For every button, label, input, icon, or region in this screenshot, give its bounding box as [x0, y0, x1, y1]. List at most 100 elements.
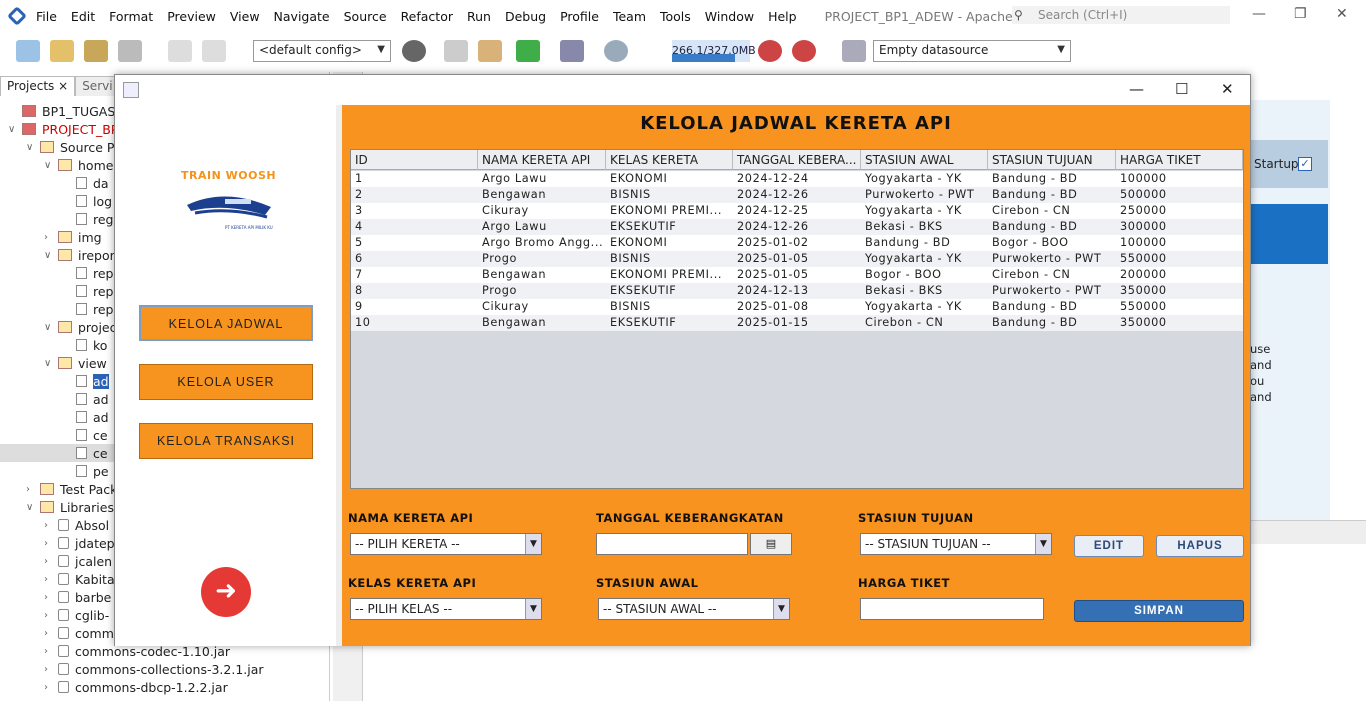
gc-alt-icon[interactable]: [792, 40, 816, 62]
menu-team[interactable]: Team: [613, 9, 646, 24]
table-row[interactable]: 7 Bengawan EKONOMI PREMI... 2025-01-05 Bogor…: [351, 267, 1243, 283]
redo-icon[interactable]: [202, 40, 226, 62]
logout-icon[interactable]: ➜: [201, 567, 251, 617]
new-file-icon[interactable]: [16, 40, 40, 62]
tab-projects[interactable]: Projects ×: [0, 76, 76, 96]
tree-node[interactable]: › comm: [44, 624, 114, 642]
menu-window[interactable]: Window: [705, 9, 754, 24]
harga-tiket-input[interactable]: [860, 598, 1044, 620]
gc-icon[interactable]: [758, 40, 782, 62]
new-project-icon[interactable]: [50, 40, 74, 62]
menu-source[interactable]: Source: [344, 9, 387, 24]
tree-node[interactable]: ∨ Libraries: [26, 498, 114, 516]
table-row[interactable]: 4 Argo Lawu EKSEKUTIF 2024-12-26 Bekasi - BK…: [351, 219, 1243, 235]
tree-node[interactable]: pe: [62, 462, 109, 480]
save-all-icon[interactable]: [118, 40, 142, 62]
column-header[interactable]: HARGA TIKET: [1116, 150, 1243, 170]
nav-kelola-user-button[interactable]: KELOLA USER: [139, 364, 313, 400]
table-row[interactable]: 10 Bengawan EKSEKUTIF 2025-01-15 Cirebon - C…: [351, 315, 1243, 331]
tab-services[interactable]: Servi: [75, 76, 120, 96]
tree-node[interactable]: ∨ view: [44, 354, 107, 372]
tree-node[interactable]: ad: [62, 408, 109, 426]
debug-icon[interactable]: [560, 40, 584, 62]
table-row[interactable]: 5 Argo Bromo Angg... EKONOMI 2025-01-02 Band…: [351, 235, 1243, 251]
menu-run[interactable]: Run: [467, 9, 491, 24]
tree-node[interactable]: log: [62, 192, 112, 210]
tree-node[interactable]: rep: [62, 264, 114, 282]
menu-tools[interactable]: Tools: [660, 9, 691, 24]
table-row[interactable]: 3 Cikuray EKONOMI PREMI... 2024-12-25 Yogyak…: [351, 203, 1243, 219]
close-icon[interactable]: ✕: [1221, 80, 1234, 98]
undo-icon[interactable]: [168, 40, 192, 62]
maximize-icon[interactable]: ☐: [1175, 80, 1188, 98]
tree-node[interactable]: › img: [44, 228, 102, 246]
tree-node[interactable]: BP1_TUGAS: [8, 102, 115, 120]
table-row[interactable]: 8 Progo EKSEKUTIF 2024-12-13 Bekasi - BKS Pur…: [351, 283, 1243, 299]
column-header[interactable]: KELAS KERETA: [606, 150, 733, 170]
schedule-table[interactable]: ID NAMA KERETA API KELAS KERETA TANGGAL …: [350, 149, 1244, 489]
tree-node[interactable]: ko: [62, 336, 107, 354]
minimize-icon[interactable]: —: [1129, 80, 1144, 98]
profile-icon[interactable]: [604, 40, 628, 62]
menu-help[interactable]: Help: [768, 9, 797, 24]
tree-node[interactable]: ∨ Source Pa: [26, 138, 122, 156]
tree-node[interactable]: rep: [62, 282, 114, 300]
kelas-kereta-select[interactable]: -- PILIH KELAS -- ▼: [350, 598, 542, 620]
tree-node[interactable]: › Absol: [44, 516, 109, 534]
calendar-button[interactable]: ▤: [750, 533, 792, 555]
open-project-icon[interactable]: [84, 40, 108, 62]
table-row[interactable]: 9 Cikuray BISNIS 2025-01-08 Yogyakarta - YK B…: [351, 299, 1243, 315]
ide-restore-icon[interactable]: ❐: [1294, 6, 1307, 22]
tanggal-input[interactable]: [596, 533, 748, 555]
datasource-select[interactable]: Empty datasource ▼: [873, 40, 1071, 62]
tree-node[interactable]: › commons-dbcp-1.2.2.jar: [44, 678, 228, 696]
ide-search-input[interactable]: ⚲ Search (Ctrl+I): [1012, 6, 1230, 24]
nav-kelola-transaksi-button[interactable]: KELOLA TRANSAKSI: [139, 423, 313, 459]
build-icon[interactable]: [444, 40, 468, 62]
menu-profile[interactable]: Profile: [560, 9, 599, 24]
column-header[interactable]: STASIUN AWAL: [861, 150, 988, 170]
tree-node[interactable]: ce: [62, 444, 108, 462]
tree-node[interactable]: ad: [62, 390, 109, 408]
tree-node[interactable]: ∨ irepor: [44, 246, 115, 264]
menu-view[interactable]: View: [230, 9, 260, 24]
ide-minimize-icon[interactable]: —: [1252, 6, 1266, 22]
table-row[interactable]: 6 Progo BISNIS 2025-01-05 Yogyakarta - YK Pur…: [351, 251, 1243, 267]
tree-node[interactable]: › jdatep: [44, 534, 115, 552]
run-icon[interactable]: [516, 40, 540, 62]
tree-node[interactable]: ce: [62, 426, 108, 444]
menu-preview[interactable]: Preview: [167, 9, 216, 24]
menu-debug[interactable]: Debug: [505, 9, 546, 24]
column-header[interactable]: ID: [351, 150, 478, 170]
tree-node[interactable]: › Test Pack: [26, 480, 117, 498]
menu-edit[interactable]: Edit: [71, 9, 95, 24]
tree-node[interactable]: rep: [62, 300, 114, 318]
table-row[interactable]: 1 Argo Lawu EKONOMI 2024-12-24 Yogyakarta - …: [351, 171, 1243, 187]
tree-node[interactable]: › jcalen: [44, 552, 112, 570]
menu-refactor[interactable]: Refactor: [401, 9, 453, 24]
tree-node[interactable]: reg: [62, 210, 114, 228]
menu-navigate[interactable]: Navigate: [274, 9, 330, 24]
nama-kereta-select[interactable]: -- PILIH KERETA -- ▼: [350, 533, 542, 555]
simpan-button[interactable]: SIMPAN: [1074, 600, 1244, 622]
tree-node[interactable]: › commons-collections-3.2.1.jar: [44, 660, 264, 678]
tree-node[interactable]: › Kabita: [44, 570, 115, 588]
column-header[interactable]: NAMA KERETA API: [478, 150, 606, 170]
tree-node[interactable]: › barbe: [44, 588, 111, 606]
tree-node[interactable]: › cglib-: [44, 606, 109, 624]
clean-build-icon[interactable]: [478, 40, 502, 62]
show-on-startup-checkbox[interactable]: ✓: [1298, 157, 1312, 171]
config-select[interactable]: <default config> ▼: [253, 40, 391, 62]
menu-file[interactable]: File: [36, 9, 57, 24]
tree-node[interactable]: ∨ PROJECT_BP: [8, 120, 118, 138]
nav-kelola-jadwal-button[interactable]: KELOLA JADWAL: [139, 305, 313, 341]
table-row[interactable]: 2 Bengawan BISNIS 2024-12-26 Purwokerto - PW…: [351, 187, 1243, 203]
column-header[interactable]: STASIUN TUJUAN: [988, 150, 1116, 170]
memory-indicator[interactable]: 266.1/327.0MB: [672, 40, 756, 62]
column-header[interactable]: TANGGAL KEBERA...: [733, 150, 861, 170]
tree-node[interactable]: ∨ home: [44, 156, 113, 174]
datasource-icon[interactable]: [842, 40, 866, 62]
globe-icon[interactable]: [402, 40, 426, 62]
menu-format[interactable]: Format: [109, 9, 153, 24]
ide-close-icon[interactable]: ✕: [1336, 6, 1348, 22]
